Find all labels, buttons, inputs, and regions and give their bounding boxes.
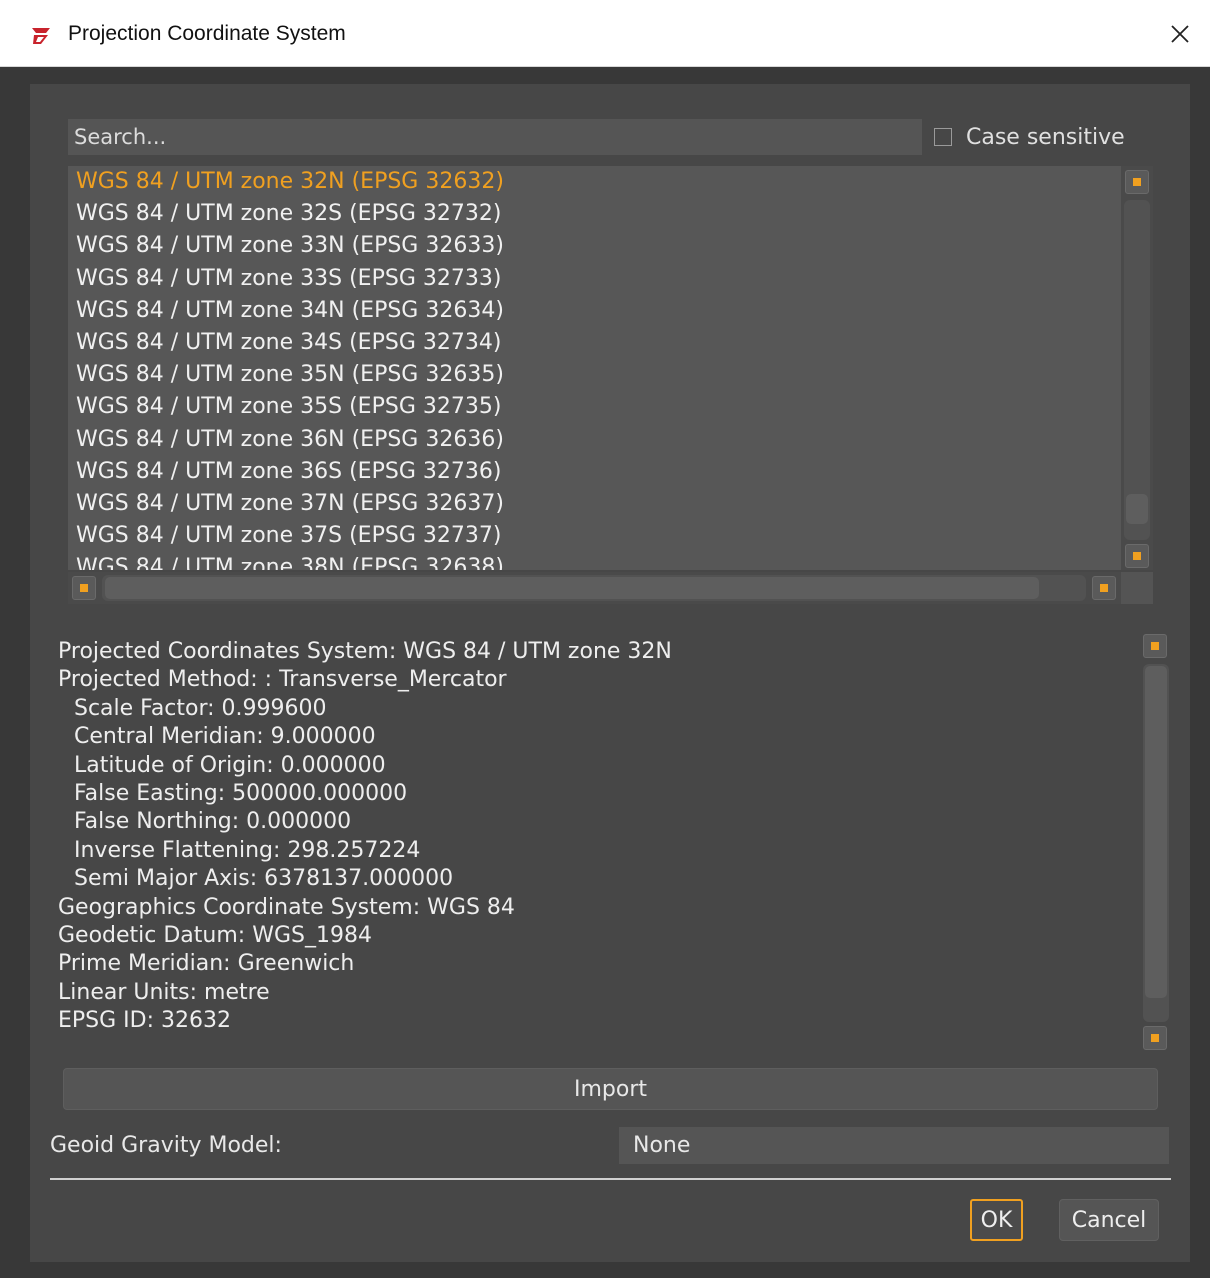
- detail-line: Central Meridian: 9.000000: [74, 724, 376, 750]
- details-vertical-scrollbar[interactable]: [1142, 632, 1170, 1052]
- coordinate-system-list[interactable]: WGS 84 / UTM zone 32N (EPSG 32632) WGS 8…: [68, 166, 1121, 570]
- scroll-down-button[interactable]: [1125, 544, 1149, 568]
- app-logo-icon: [32, 28, 50, 44]
- list-item[interactable]: WGS 84 / UTM zone 33N (EPSG 32633): [68, 230, 1121, 262]
- list-item[interactable]: WGS 84 / UTM zone 34S (EPSG 32734): [68, 327, 1121, 359]
- close-button[interactable]: [1160, 14, 1200, 54]
- list-item[interactable]: WGS 84 / UTM zone 35N (EPSG 32635): [68, 359, 1121, 391]
- case-sensitive-checkbox[interactable]: [934, 128, 952, 146]
- search-input[interactable]: [68, 119, 922, 155]
- list-item[interactable]: WGS 84 / UTM zone 37N (EPSG 32637): [68, 488, 1121, 520]
- detail-line: False Easting: 500000.000000: [74, 780, 408, 806]
- scroll-up-button[interactable]: [1125, 170, 1149, 194]
- divider: [50, 1178, 1171, 1180]
- list-item[interactable]: WGS 84 / UTM zone 36S (EPSG 32736): [68, 456, 1121, 488]
- list-item[interactable]: WGS 84 / UTM zone 38N (EPSG 32638): [68, 552, 1121, 570]
- detail-line: Projected Method: : Transverse_Mercator: [58, 667, 507, 693]
- list-vertical-scrollbar[interactable]: [1121, 166, 1153, 570]
- window-title: Projection Coordinate System: [68, 22, 346, 45]
- detail-line: False Northing: 0.000000: [74, 809, 352, 835]
- scroll-down-button[interactable]: [1143, 1026, 1167, 1050]
- projection-details: Projected Coordinates System: WGS 84 / U…: [58, 638, 1128, 1035]
- detail-line: Geodetic Datum: WGS_1984: [58, 922, 372, 948]
- detail-line: Inverse Flattening: 298.257224: [74, 837, 421, 863]
- scroll-thumb[interactable]: [1126, 494, 1148, 524]
- detail-line: Semi Major Axis: 6378137.000000: [74, 866, 454, 892]
- detail-line: Prime Meridian: Greenwich: [58, 951, 355, 977]
- scroll-thumb[interactable]: [1145, 666, 1167, 998]
- scroll-thumb[interactable]: [105, 577, 1039, 599]
- scroll-right-button[interactable]: [1092, 576, 1116, 600]
- title-bar: Projection Coordinate System: [0, 0, 1210, 67]
- case-sensitive-option[interactable]: Case sensitive: [934, 122, 1125, 152]
- scroll-track[interactable]: [1124, 200, 1150, 540]
- dialog-window: Projection Coordinate System Case sensit…: [0, 0, 1210, 1278]
- geoid-gravity-model-select[interactable]: None: [619, 1127, 1169, 1164]
- list-item[interactable]: WGS 84 / UTM zone 33S (EPSG 32733): [68, 263, 1121, 295]
- scroll-left-button[interactable]: [72, 576, 96, 600]
- detail-line: Scale Factor: 0.999600: [74, 695, 327, 721]
- scroll-corner: [1121, 572, 1153, 604]
- list-item[interactable]: WGS 84 / UTM zone 36N (EPSG 32636): [68, 424, 1121, 456]
- import-button[interactable]: Import: [63, 1068, 1158, 1110]
- list-item[interactable]: WGS 84 / UTM zone 32N (EPSG 32632): [68, 166, 1121, 198]
- detail-line: Geographics Coordinate System: WGS 84: [58, 894, 515, 920]
- cancel-button[interactable]: Cancel: [1059, 1199, 1159, 1241]
- list-item[interactable]: WGS 84 / UTM zone 32S (EPSG 32732): [68, 198, 1121, 230]
- list-item[interactable]: WGS 84 / UTM zone 34N (EPSG 32634): [68, 295, 1121, 327]
- list-horizontal-scrollbar[interactable]: [68, 572, 1121, 604]
- detail-line: Latitude of Origin: 0.000000: [74, 752, 386, 778]
- geoid-gravity-model-label: Geoid Gravity Model:: [50, 1133, 282, 1158]
- detail-line: EPSG ID: 32632: [58, 1008, 231, 1034]
- list-item[interactable]: WGS 84 / UTM zone 35S (EPSG 32735): [68, 391, 1121, 423]
- detail-line: Linear Units: metre: [58, 979, 270, 1005]
- ok-button[interactable]: OK: [970, 1199, 1023, 1241]
- list-item[interactable]: WGS 84 / UTM zone 37S (EPSG 32737): [68, 520, 1121, 552]
- detail-line: Projected Coordinates System: WGS 84 / U…: [58, 639, 672, 664]
- close-icon: [1171, 25, 1189, 43]
- scroll-up-button[interactable]: [1143, 634, 1167, 658]
- case-sensitive-label: Case sensitive: [966, 124, 1125, 150]
